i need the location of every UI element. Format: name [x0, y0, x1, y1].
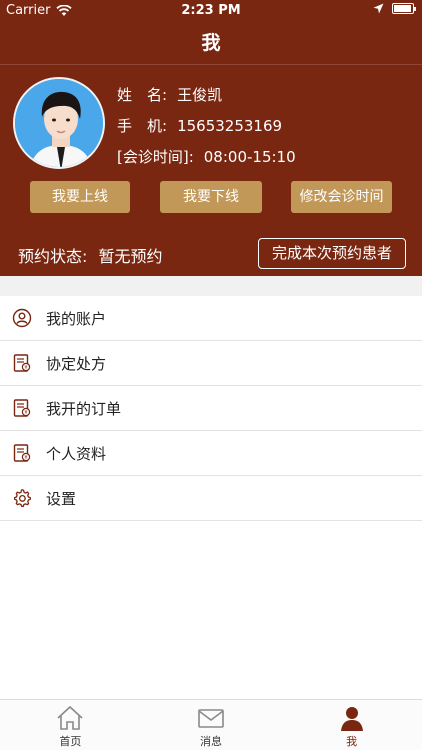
- tab-label: 消息: [200, 735, 222, 748]
- status-time: 2:23 PM: [181, 3, 241, 18]
- avatar-portrait-icon: [15, 79, 103, 167]
- menu-list: 我的账户 ¥ 协定处方 ¥ 我开的订单 ¥ 个人资料 设置: [0, 296, 422, 521]
- battery-icon: [392, 3, 416, 14]
- menu-item-label: 我的账户: [46, 309, 107, 328]
- menu-item-label: 个人资料: [46, 444, 107, 463]
- profile-header: Carrier 2:23 PM 我 姓 名: 王俊凯 手 机: 15653253…: [0, 0, 422, 276]
- appointment-status-label: 预约状态:: [18, 247, 88, 266]
- svg-text:¥: ¥: [24, 365, 27, 371]
- menu-item-account[interactable]: 我的账户: [0, 296, 422, 341]
- complete-appointment-button[interactable]: 完成本次预约患者: [258, 238, 406, 269]
- avatar[interactable]: [13, 77, 105, 169]
- edit-consult-time-button[interactable]: 修改会诊时间: [291, 181, 392, 213]
- svg-text:¥: ¥: [24, 410, 27, 416]
- document-icon: ¥: [12, 353, 32, 373]
- person-icon: [340, 707, 363, 731]
- menu-item-label: 设置: [46, 489, 77, 508]
- appointment-status: 预约状态: 暂无预约: [18, 243, 163, 267]
- tab-bar: 首页 消息 我: [0, 699, 422, 750]
- mail-icon: [198, 709, 224, 728]
- consult-time-value: 08:00-15:10: [203, 148, 296, 166]
- section-gap: [0, 276, 422, 296]
- tab-label: 我: [346, 735, 358, 748]
- nav-divider: [0, 64, 422, 65]
- name-label: 姓 名:: [117, 86, 168, 104]
- tab-home[interactable]: 首页: [0, 700, 141, 750]
- menu-item-settings[interactable]: 设置: [0, 476, 422, 521]
- consult-time-label: [会诊时间]:: [117, 148, 194, 166]
- home-icon: [57, 705, 83, 730]
- tab-me[interactable]: 我: [281, 700, 422, 750]
- tab-label: 首页: [59, 735, 82, 748]
- tab-messages[interactable]: 消息: [141, 700, 282, 750]
- status-bar: Carrier 2:23 PM: [0, 0, 422, 22]
- phone-row: 手 机: 15653253169: [117, 115, 282, 136]
- name-row: 姓 名: 王俊凯: [117, 84, 222, 105]
- document-icon: ¥: [12, 398, 32, 418]
- user-circle-icon: [12, 308, 32, 328]
- gear-icon: [12, 488, 32, 508]
- svg-text:¥: ¥: [24, 455, 27, 461]
- menu-item-label: 我开的订单: [46, 399, 122, 418]
- name-value: 王俊凯: [177, 86, 223, 104]
- go-online-button[interactable]: 我要上线: [30, 181, 130, 213]
- consult-time-row: [会诊时间]: 08:00-15:10: [117, 146, 296, 167]
- document-icon: ¥: [12, 443, 32, 463]
- menu-item-profile[interactable]: ¥ 个人资料: [0, 431, 422, 476]
- location-arrow-icon: [373, 3, 384, 14]
- phone-label: 手 机:: [117, 117, 168, 135]
- menu-item-orders[interactable]: ¥ 我开的订单: [0, 386, 422, 431]
- page-title: 我: [201, 32, 221, 54]
- phone-value: 15653253169: [177, 117, 283, 135]
- menu-item-prescription[interactable]: ¥ 协定处方: [0, 341, 422, 386]
- go-offline-button[interactable]: 我要下线: [160, 181, 262, 213]
- appointment-status-value: 暂无预约: [98, 247, 163, 266]
- menu-item-label: 协定处方: [46, 354, 107, 373]
